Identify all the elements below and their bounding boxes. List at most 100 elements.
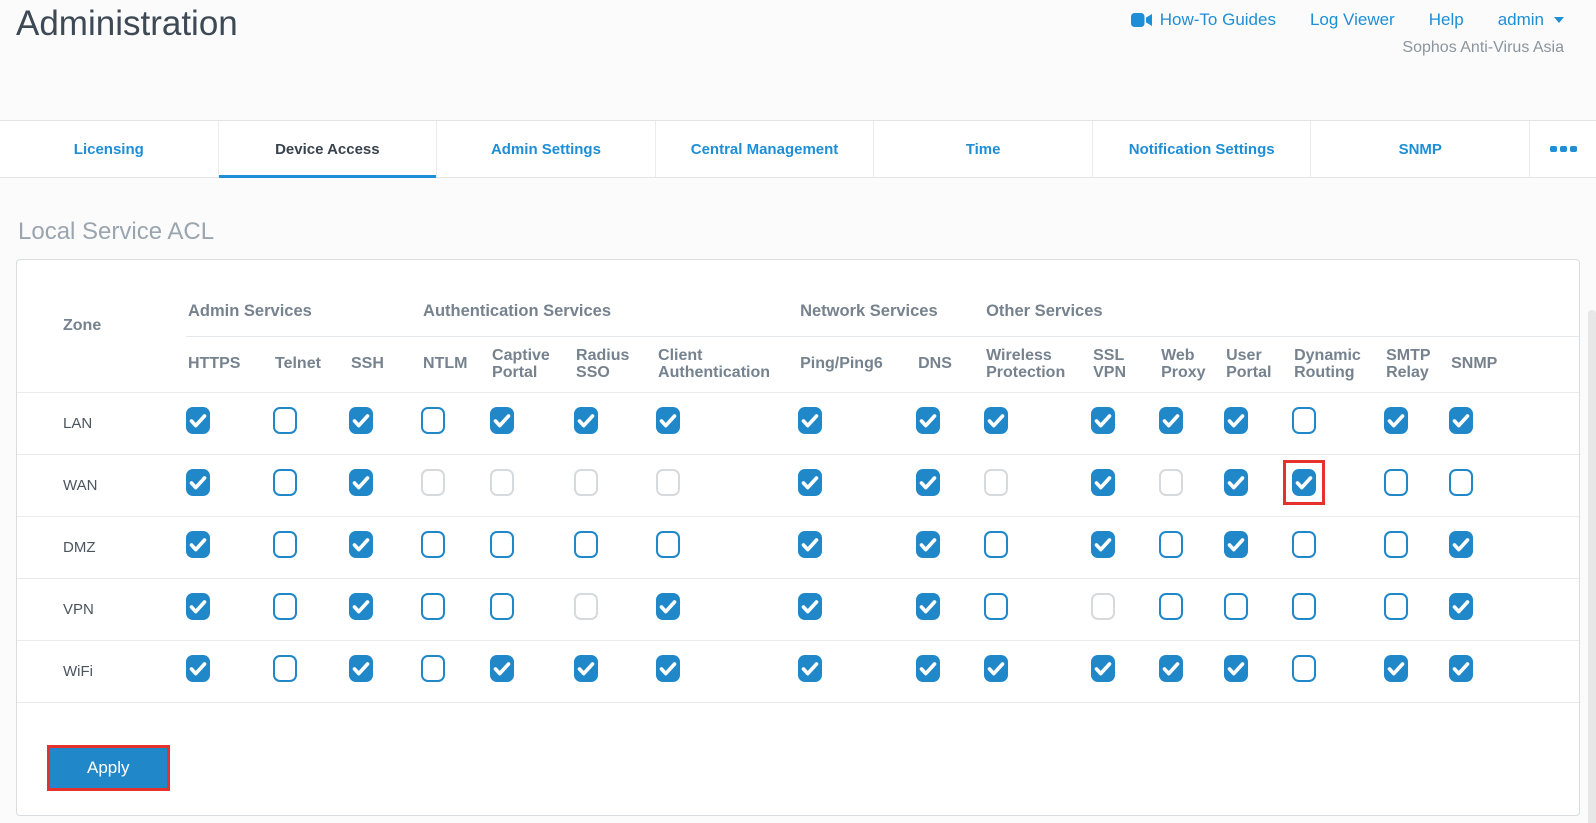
- checkbox-dmz-ssh[interactable]: [349, 531, 373, 558]
- checkbox-dmz-snmp[interactable]: [1449, 531, 1474, 558]
- help-link[interactable]: Help: [1429, 10, 1464, 30]
- checkbox-lan-https[interactable]: [186, 407, 210, 434]
- page-scrollbar[interactable]: [1588, 310, 1596, 823]
- checkbox-lan-captive-portal[interactable]: [490, 407, 515, 434]
- checkbox-lan-ping-ping6[interactable]: [798, 407, 823, 434]
- checkbox-vpn-ntlm[interactable]: [421, 593, 446, 620]
- checkbox-dmz-radius-sso[interactable]: [574, 531, 599, 558]
- checkbox-wan-dynamic-routing[interactable]: [1292, 469, 1317, 496]
- checkbox-vpn-user-portal[interactable]: [1224, 593, 1249, 620]
- zone-label-vpn: VPN: [17, 577, 186, 640]
- checkbox-wan-https[interactable]: [186, 469, 210, 496]
- checkbox-vpn-snmp[interactable]: [1449, 593, 1474, 620]
- checkbox-dmz-ping-ping6[interactable]: [798, 531, 823, 558]
- checkbox-wifi-telnet[interactable]: [273, 655, 297, 682]
- checkbox-lan-dns[interactable]: [916, 407, 941, 434]
- tab-notification-settings[interactable]: Notification Settings: [1093, 121, 1312, 177]
- checkbox-wifi-web-proxy[interactable]: [1159, 655, 1184, 682]
- user-menu[interactable]: admin: [1498, 10, 1564, 30]
- acl-table: Zone Admin Services Authentication Service…: [17, 260, 1579, 703]
- checkbox-dmz-user-portal[interactable]: [1224, 531, 1249, 558]
- checkbox-vpn-wireless-protection[interactable]: [984, 593, 1009, 620]
- checkbox-lan-ssh[interactable]: [349, 407, 373, 434]
- checkbox-wifi-ntlm[interactable]: [421, 655, 446, 682]
- checkbox-wifi-ssl-vpn[interactable]: [1091, 655, 1116, 682]
- checkbox-vpn-captive-portal[interactable]: [490, 593, 515, 620]
- column-header-ssh: SSH: [351, 355, 384, 373]
- checkbox-dmz-dynamic-routing[interactable]: [1292, 531, 1317, 558]
- checkbox-wan-web-proxy: [1159, 469, 1184, 496]
- checkbox-lan-snmp[interactable]: [1449, 407, 1474, 434]
- checkbox-lan-ntlm[interactable]: [421, 407, 446, 434]
- checkbox-wan-wireless-protection: [984, 469, 1009, 496]
- checkbox-dmz-dns[interactable]: [916, 531, 941, 558]
- more-tabs-button[interactable]: [1530, 121, 1596, 177]
- checkbox-vpn-telnet[interactable]: [273, 593, 297, 620]
- checkbox-wifi-ssh[interactable]: [349, 655, 373, 682]
- apply-button[interactable]: Apply: [50, 747, 167, 788]
- checkbox-wan-client-authentication: [656, 469, 681, 496]
- checkbox-lan-telnet[interactable]: [273, 407, 297, 434]
- checkbox-wifi-snmp[interactable]: [1449, 655, 1474, 682]
- checkbox-lan-web-proxy[interactable]: [1159, 407, 1184, 434]
- checkbox-wifi-https[interactable]: [186, 655, 210, 682]
- column-header-telnet: Telnet: [275, 355, 321, 373]
- column-header-user-portal: User Portal: [1226, 346, 1272, 381]
- zone-label-wan: WAN: [17, 453, 186, 516]
- checkbox-wan-smtp-relay[interactable]: [1384, 469, 1409, 496]
- checkbox-dmz-ntlm[interactable]: [421, 531, 446, 558]
- checkbox-wan-ssl-vpn[interactable]: [1091, 469, 1116, 496]
- checkbox-vpn-dynamic-routing[interactable]: [1292, 593, 1317, 620]
- checkbox-dmz-https[interactable]: [186, 531, 210, 558]
- log-viewer-link[interactable]: Log Viewer: [1310, 10, 1395, 30]
- checkbox-wifi-user-portal[interactable]: [1224, 655, 1249, 682]
- tab-admin-settings[interactable]: Admin Settings: [437, 121, 656, 177]
- checkbox-wifi-dynamic-routing[interactable]: [1292, 655, 1317, 682]
- checkbox-wifi-ping-ping6[interactable]: [798, 655, 823, 682]
- checkbox-wan-user-portal[interactable]: [1224, 469, 1249, 496]
- checkbox-lan-smtp-relay[interactable]: [1384, 407, 1409, 434]
- checkbox-vpn-client-authentication[interactable]: [656, 593, 681, 620]
- tab-central-management[interactable]: Central Management: [656, 121, 875, 177]
- main-content: Local Service ACL Zone Admin Services Auth…: [0, 218, 1596, 816]
- checkbox-vpn-https[interactable]: [186, 593, 210, 620]
- tab-licensing[interactable]: Licensing: [0, 121, 219, 177]
- checkbox-wan-ping-ping6[interactable]: [798, 469, 823, 496]
- checkbox-lan-client-authentication[interactable]: [656, 407, 681, 434]
- checkbox-dmz-captive-portal[interactable]: [490, 531, 515, 558]
- checkbox-dmz-telnet[interactable]: [273, 531, 297, 558]
- checkbox-wifi-radius-sso[interactable]: [574, 655, 599, 682]
- column-header-ntlm: NTLM: [423, 355, 468, 373]
- checkbox-wan-snmp[interactable]: [1449, 469, 1474, 496]
- checkbox-wifi-wireless-protection[interactable]: [984, 655, 1009, 682]
- checkbox-vpn-ssh[interactable]: [349, 593, 373, 620]
- checkbox-lan-user-portal[interactable]: [1224, 407, 1249, 434]
- checkbox-dmz-web-proxy[interactable]: [1159, 531, 1184, 558]
- tab-time[interactable]: Time: [874, 121, 1093, 177]
- checkbox-lan-wireless-protection[interactable]: [984, 407, 1009, 434]
- zone-row-vpn: VPN: [17, 577, 1579, 640]
- checkbox-dmz-smtp-relay[interactable]: [1384, 531, 1409, 558]
- checkbox-wifi-dns[interactable]: [916, 655, 941, 682]
- howto-guides-link[interactable]: How-To Guides: [1130, 10, 1276, 30]
- column-header-dns: DNS: [918, 355, 952, 373]
- checkbox-wan-dns[interactable]: [916, 469, 941, 496]
- checkbox-dmz-client-authentication[interactable]: [656, 531, 681, 558]
- checkbox-lan-dynamic-routing[interactable]: [1292, 407, 1317, 434]
- checkbox-vpn-ping-ping6[interactable]: [798, 593, 823, 620]
- checkbox-wan-ssh[interactable]: [349, 469, 373, 496]
- checkbox-lan-ssl-vpn[interactable]: [1091, 407, 1116, 434]
- checkbox-dmz-wireless-protection[interactable]: [984, 531, 1009, 558]
- checkbox-lan-radius-sso[interactable]: [574, 407, 599, 434]
- checkbox-wifi-client-authentication[interactable]: [656, 655, 681, 682]
- tab-snmp[interactable]: SNMP: [1311, 121, 1531, 177]
- checkbox-wifi-captive-portal[interactable]: [490, 655, 515, 682]
- checkbox-vpn-dns[interactable]: [916, 593, 941, 620]
- checkbox-dmz-ssl-vpn[interactable]: [1091, 531, 1116, 558]
- checkbox-vpn-smtp-relay[interactable]: [1384, 593, 1409, 620]
- checkbox-wifi-smtp-relay[interactable]: [1384, 655, 1409, 682]
- checkbox-wan-ntlm: [421, 469, 446, 496]
- checkbox-wan-telnet[interactable]: [273, 469, 297, 496]
- tab-device-access[interactable]: Device Access: [218, 121, 438, 178]
- checkbox-vpn-web-proxy[interactable]: [1159, 593, 1184, 620]
